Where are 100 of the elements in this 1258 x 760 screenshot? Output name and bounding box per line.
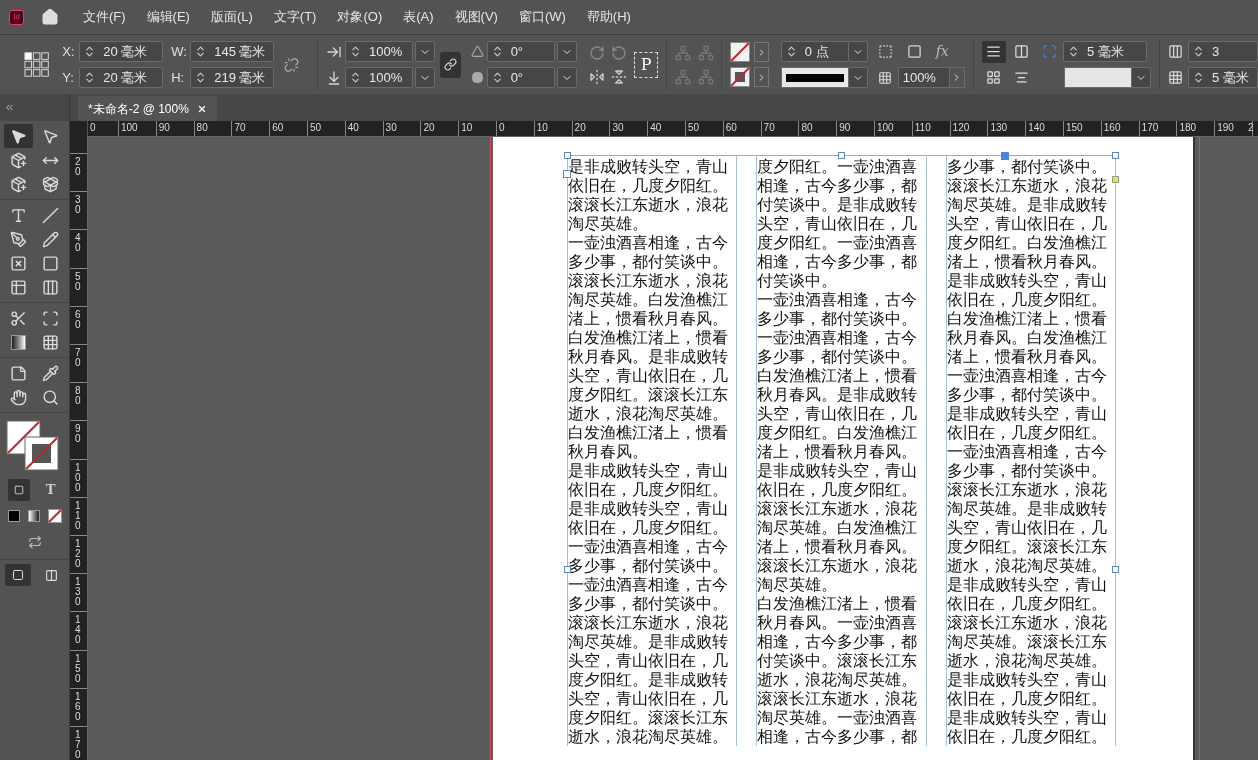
ruler-label: 2 (1248, 121, 1254, 135)
stroke-swatch-icon[interactable] (729, 67, 750, 87)
in-port-handle[interactable] (563, 170, 571, 178)
angle-field[interactable]: 0° (486, 67, 555, 88)
apply-none-icon[interactable] (47, 509, 62, 523)
text-wrap-button[interactable] (981, 40, 1006, 63)
text-line: 白发渔樵江渚上，惯看 (757, 366, 919, 385)
columns-field[interactable]: 3 (1188, 41, 1258, 62)
swatch-menu-button[interactable] (753, 42, 769, 62)
content-frame-icon[interactable]: P (634, 51, 659, 78)
ruler-label: 80 (196, 121, 208, 135)
text-line: 相逢，古今多少事，都 (757, 252, 919, 271)
home-icon[interactable] (41, 8, 59, 26)
ruler-label: 10 (461, 121, 473, 135)
text-line: 是非成败转头空，青山 (568, 157, 729, 176)
text-line: 滚滚长江东逝水，浪花 (946, 480, 1108, 499)
menu-item[interactable]: 表(A) (403, 7, 434, 27)
flip-vertical-icon[interactable] (611, 68, 628, 85)
dimension-field[interactable]: 219 毫米 (190, 67, 275, 88)
reference-point-icon[interactable] (24, 50, 51, 79)
resize-handle[interactable] (1112, 152, 1119, 159)
scale-field[interactable]: 100% (345, 67, 414, 88)
text-line: 头空，青山依旧在，几 (757, 214, 919, 233)
text-line: 逝水，浪花淘尽英雄。 (946, 556, 1108, 575)
ruler-label: 20 (574, 121, 586, 135)
ruler-label: 100 (121, 121, 138, 135)
normal-mode-button[interactable] (4, 564, 31, 586)
text-line: 滚滚长江东逝水，浪花 (757, 499, 919, 518)
column-gutter-field[interactable]: 5 毫米 (1188, 67, 1258, 88)
menu-item[interactable]: 文件(F) (83, 7, 126, 27)
resize-handle[interactable] (564, 152, 571, 159)
close-icon[interactable] (196, 103, 207, 114)
corner-options-icon[interactable] (877, 44, 893, 59)
text-line: 付笑谈中。 (757, 271, 839, 290)
menu-item[interactable]: 窗口(W) (518, 7, 566, 27)
opacity-menu-button[interactable] (948, 67, 965, 88)
corner-handle[interactable] (1112, 176, 1119, 183)
text-line: 滚滚长江东逝水，浪花 (568, 271, 729, 290)
wrap-offset-field[interactable]: 5 毫米 (1063, 41, 1148, 62)
link-scale-button[interactable] (440, 51, 461, 78)
dropdown-button[interactable] (847, 67, 868, 88)
apply-gradient-icon[interactable] (27, 510, 40, 522)
menu-item[interactable]: 版面(L) (210, 7, 253, 27)
swatch-field[interactable] (1064, 67, 1133, 88)
text-line: 相逢，古今多少事，都 (757, 632, 919, 651)
ruler-label: 80 (801, 121, 813, 135)
text-line: 依旧在，几度夕阳红。 (946, 727, 1108, 746)
ruler-label: 50 (75, 271, 81, 292)
angle-field[interactable]: 0° (486, 41, 555, 62)
text-line: 度夕阳红。是非成败转 (568, 670, 729, 689)
fill-swatch-icon[interactable] (729, 42, 750, 62)
text-line: 付笑谈中。是非成败转 (757, 195, 919, 214)
formatting-container-button[interactable] (7, 479, 30, 501)
dimension-field[interactable]: 145 毫米 (190, 41, 275, 62)
text-wrap-icon (1014, 44, 1030, 59)
ruler-label: 60 (272, 121, 284, 135)
text-line: 付笑谈中。滚滚长江东 (757, 651, 919, 670)
resize-handle[interactable] (564, 566, 571, 573)
menu-item[interactable]: 编辑(E) (146, 7, 190, 27)
resize-handle[interactable] (1112, 566, 1119, 573)
hand-icon (9, 388, 27, 406)
out-port-handle[interactable] (1001, 152, 1009, 160)
coordinate-field[interactable]: 20 毫米 (79, 41, 164, 62)
opacity-field[interactable]: 100% (897, 67, 950, 88)
stroke-weight-field[interactable]: 0 点 (780, 41, 849, 62)
zoom-icon (42, 388, 60, 406)
app-logo[interactable]: Id (9, 9, 24, 25)
text-line: 秋月春风。一壶浊酒喜 (757, 613, 919, 632)
ruler-label: 20 (423, 121, 435, 135)
effects-icon[interactable]: fx (935, 41, 949, 62)
columns-icon[interactable] (1168, 44, 1183, 59)
text-line: 淘尽英雄。白发渔樵江 (568, 290, 729, 309)
text-line: 秋月春风。白发渔樵江 (946, 328, 1108, 347)
menu-item[interactable]: 帮助(H) (586, 7, 631, 27)
spinner-icon[interactable] (1192, 45, 1205, 58)
text-line: 滚滚长江东逝水，浪花 (568, 613, 729, 632)
text-line: 秋月春风。是非成败转 (757, 385, 919, 404)
coordinate-field[interactable]: 20 毫米 (79, 67, 164, 88)
ruler-label: 30 (385, 121, 397, 135)
stroke-type-field[interactable] (780, 67, 849, 88)
document-tab[interactable]: *未命名-2 @ 100% (78, 96, 217, 121)
resize-handle[interactable] (838, 152, 845, 159)
window-icon (45, 568, 58, 582)
menu-item[interactable]: 文字(T) (273, 7, 317, 27)
collapse-icon[interactable] (4, 102, 15, 113)
scale-field[interactable]: 100% (345, 41, 414, 62)
ruler-label: 160 (75, 691, 81, 722)
text-line: 依旧在，几度夕阳红。 (946, 290, 1108, 309)
swatch-menu-button[interactable] (753, 67, 769, 87)
ruler-label: 170 (75, 730, 81, 760)
tool-button[interactable] (4, 124, 33, 148)
flip-horizontal-icon[interactable] (588, 68, 605, 85)
formatting-text-button[interactable]: T (39, 479, 62, 501)
menu-item[interactable]: 对象(O) (337, 7, 383, 27)
menu-item[interactable]: 视图(V) (454, 7, 498, 27)
text-line: 度夕阳红。滚滚长江东 (568, 708, 729, 727)
constrain-proportions-icon[interactable] (284, 56, 300, 73)
ruler-label: 70 (763, 121, 775, 135)
spinner-icon[interactable] (1192, 71, 1205, 84)
apply-color-icon[interactable] (7, 510, 20, 522)
